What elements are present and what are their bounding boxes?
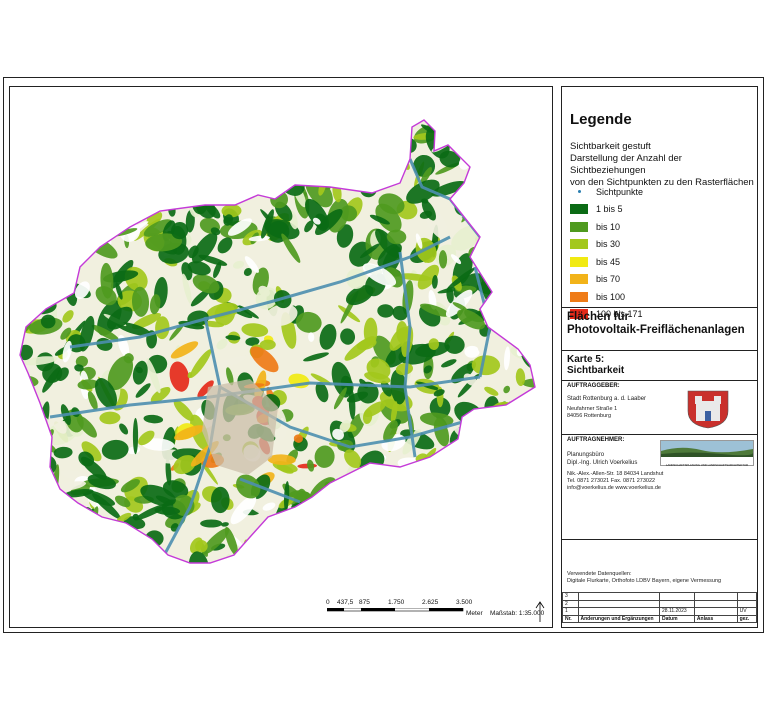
legend-item: bis 10 [570, 218, 750, 236]
contractor-box: AUFTRAGNEHMER: Planungsbüro Dipl.-Ing. U… [562, 434, 757, 539]
logo-caption: LANDSCHAFTSPLANUNG UND LANDSCHAFTSARCHIT… [665, 463, 749, 467]
project-title: Flächen für Photovoltaik-Freiflächenanla… [562, 308, 757, 340]
legend-list: Sichtpunkte 1 bis 5 bis 10 bis 30 bis 45 bis… [570, 183, 750, 323]
scale-tick: 2.625 [422, 599, 439, 606]
map-sheet-name: Sichtbarkeit [567, 365, 625, 376]
legend-item-points: Sichtpunkte [570, 183, 750, 201]
legend-swatch [570, 204, 588, 215]
sources-label: Verwendete Datenquellen: [567, 571, 632, 577]
revision-cell [577, 599, 661, 608]
title-block: Legende Sichtbarkeit gestuft Darstellung… [561, 86, 758, 628]
scale-tick: 437,5 [337, 599, 354, 606]
point-marker-icon [570, 187, 588, 197]
legend-title: Legende [570, 111, 632, 128]
project-box: Flächen für Photovoltaik-Freiflächenanla… [562, 307, 757, 350]
revision-cell: Änderungen und Ergänzungen [577, 614, 661, 623]
north-arrow-icon [535, 601, 545, 622]
revision-header: Nr. Änderungen und Ergänzungen Datum Anlass… [562, 614, 758, 623]
revision-cell: 28.11.2023 [659, 607, 695, 616]
legend-swatch [570, 274, 588, 285]
contractor-logo: LANDSCHAFTSPLANUNG UND LANDSCHAFTSARCHIT… [660, 440, 754, 467]
project-title-line: Flächen für [567, 311, 629, 323]
coat-of-arms-icon [687, 390, 729, 429]
legend-item: 1 bis 5 [570, 201, 750, 219]
contractor-web: info@voerkelius.de www.voerkelius.de [567, 485, 661, 491]
scale-tick: 875 [359, 599, 370, 606]
revision-cell [577, 592, 661, 601]
legend-label: bis 100 [596, 291, 626, 302]
sources-text: Digitale Flurkarte, Orthofoto LDBV Bayer… [567, 578, 722, 584]
revision-cell [736, 599, 758, 608]
client-box: AUFTRAGGEBER: Stadt Rottenburg a. d. Laa… [562, 380, 757, 434]
legend-swatch [570, 221, 588, 232]
map-frame [9, 86, 553, 628]
legend-description: Sichtbarkeit gestuft Darstellung der Anz… [570, 141, 758, 189]
revision-cell: gez. [736, 614, 758, 623]
revision-cell [577, 607, 661, 616]
legend-label: bis 10 [596, 221, 621, 232]
scale-tick: 1.750 [388, 599, 405, 606]
revision-row: 1 28.11.2023 UV [562, 607, 758, 616]
legend-label: bis 45 [596, 256, 621, 267]
contractor-address: Nik.-Alex.-Allen-Str. 18 84034 Landshut [567, 471, 664, 477]
revision-row: 3 [562, 592, 758, 601]
project-title-line: Photovoltaik-Freiflächenanlagen [567, 324, 745, 336]
legend-item: bis 30 [570, 236, 750, 254]
legend-subtitle: Sichtbarkeit gestuft [570, 141, 651, 152]
contractor-phone: Tel. 0871 273021 Fax. 0871 273022 [567, 478, 656, 484]
scale-tick: 0 [326, 599, 330, 606]
legend-subtitle: Darstellung der Anzahl der Sichtbeziehun… [570, 153, 682, 176]
revision-cell [736, 592, 758, 601]
legend-item: bis 45 [570, 253, 750, 271]
revision-cell: Nr. [562, 614, 579, 623]
map-sheet-title: Karte 5: Sichtbarkeit [562, 351, 757, 379]
legend-label: bis 70 [596, 274, 621, 285]
revision-row: 2 [562, 599, 758, 608]
legend-label: Sichtpunkte [596, 186, 644, 197]
legend-swatch [570, 291, 588, 302]
revision-cell [693, 599, 738, 608]
legend-item: bis 100 [570, 288, 750, 306]
revision-cell: UV [736, 607, 758, 616]
landscape-logo-icon [661, 441, 753, 457]
revision-cell [693, 607, 738, 616]
legend-swatch [570, 256, 588, 267]
legend-item: bis 70 [570, 271, 750, 289]
legend-label: bis 30 [596, 239, 621, 250]
revision-cell: Anlass [693, 614, 738, 623]
revision-cell: Datum [659, 614, 695, 623]
revision-cell [659, 592, 695, 601]
revision-cell: 2 [562, 599, 579, 608]
map-sheet-number: Karte 5: [567, 354, 605, 365]
legend-swatch [570, 239, 588, 250]
legend-label: 1 bis 5 [596, 204, 623, 215]
revision-table: 3 2 1 28.11.2023 UV Nr. Änderungen und Ergänzu… [562, 592, 758, 623]
scale-bar [327, 608, 464, 612]
visibility-map [19, 119, 536, 564]
scale-unit: Meter [466, 610, 483, 617]
revision-cell: 3 [562, 592, 579, 601]
revision-cell: 1 [562, 607, 579, 616]
sources-box: Verwendete Datenquellen: Digitale Flurka… [562, 539, 757, 592]
map-sheet-box: Karte 5: Sichtbarkeit [562, 350, 757, 380]
revision-cell [659, 599, 695, 608]
visibility-raster [20, 120, 535, 563]
revision-cell [693, 592, 738, 601]
scale-tick: 3.500 [456, 599, 473, 606]
